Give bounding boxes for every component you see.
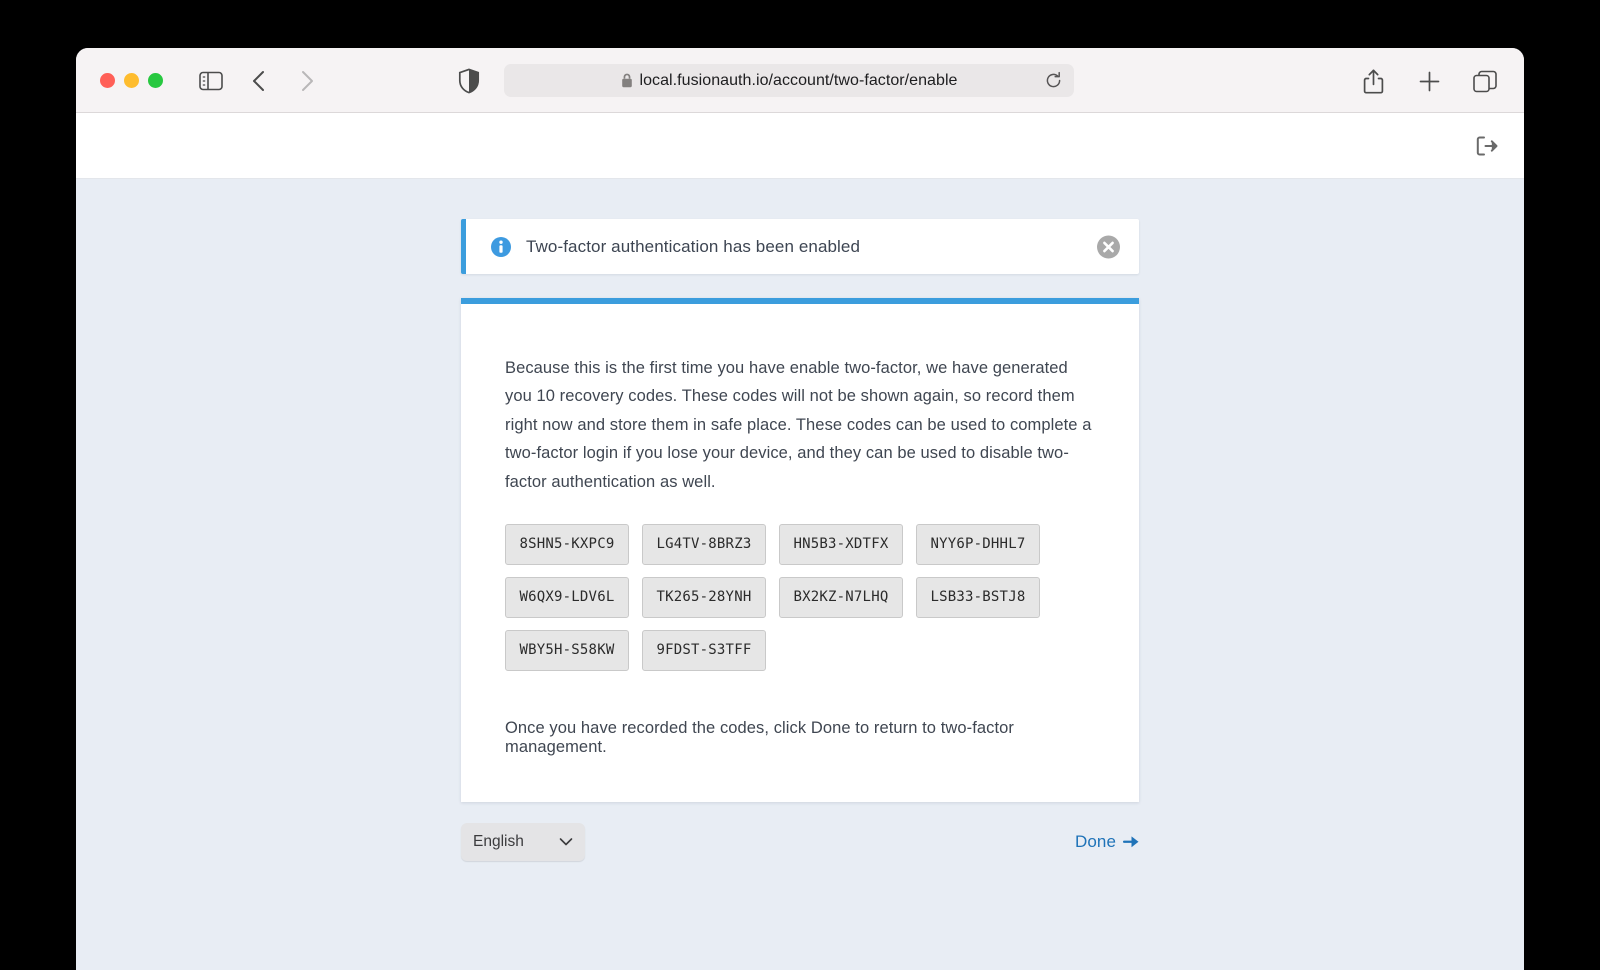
card-footer: English Done — [461, 822, 1139, 862]
minimize-window-button[interactable] — [124, 73, 139, 88]
language-select[interactable]: English — [461, 823, 585, 861]
toolbar-actions — [1358, 66, 1500, 96]
recovery-code-chip[interactable]: 9FDST-S3TFF — [642, 629, 766, 671]
url-text: local.fusionauth.io/account/two-factor/e… — [639, 71, 958, 89]
content-column: Two-factor authentication has been enabl… — [461, 219, 1139, 862]
sidebar-icon[interactable] — [196, 66, 226, 96]
recovery-code-chip[interactable]: BX2KZ-N7LHQ — [779, 576, 903, 618]
done-button[interactable]: Done — [1075, 832, 1139, 852]
recovery-code-chip[interactable]: NYY6P-DHHL7 — [916, 523, 1040, 565]
lock-icon — [621, 73, 633, 88]
recovery-code-chip[interactable]: TK265-28YNH — [642, 576, 766, 618]
status-banner: Two-factor authentication has been enabl… — [461, 219, 1139, 274]
recovery-code-chip[interactable]: HN5B3-XDTFX — [779, 523, 903, 565]
window-controls — [100, 73, 163, 88]
browser-window: local.fusionauth.io/account/two-factor/e… — [76, 48, 1524, 970]
app-header — [76, 113, 1524, 179]
recovery-codes-grid: 8SHN5-KXPC9 LG4TV-8BRZ3 HN5B3-XDTFX NYY6… — [505, 523, 1095, 671]
status-banner-message: Two-factor authentication has been enabl… — [526, 236, 861, 256]
browser-toolbar: local.fusionauth.io/account/two-factor/e… — [76, 48, 1524, 113]
privacy-shield-icon[interactable] — [454, 66, 484, 96]
recovery-codes-card: Because this is the first time you have … — [461, 298, 1139, 802]
chevron-left-icon[interactable] — [244, 66, 274, 96]
maximize-window-button[interactable] — [148, 73, 163, 88]
page-body: Two-factor authentication has been enabl… — [76, 179, 1524, 970]
recovery-code-chip[interactable]: LG4TV-8BRZ3 — [642, 523, 766, 565]
tab-overview-icon[interactable] — [1470, 66, 1500, 96]
recovery-code-chip[interactable]: LSB33-BSTJ8 — [916, 576, 1040, 618]
recovery-code-chip[interactable]: W6QX9-LDV6L — [505, 576, 629, 618]
card-footnote: Once you have recorded the codes, click … — [505, 718, 1014, 756]
address-bar[interactable]: local.fusionauth.io/account/two-factor/e… — [504, 64, 1074, 97]
info-circle-icon — [490, 236, 512, 258]
arrow-right-icon — [1123, 835, 1139, 849]
language-select-value: English — [473, 833, 524, 850]
close-window-button[interactable] — [100, 73, 115, 88]
recovery-code-chip[interactable]: WBY5H-S58KW — [505, 629, 629, 671]
chevron-down-icon — [559, 838, 573, 847]
close-circle-icon[interactable] — [1096, 234, 1121, 259]
chevron-right-icon — [292, 66, 322, 96]
card-description: Because this is the first time you have … — [505, 359, 1092, 491]
reload-icon[interactable] — [1043, 70, 1064, 91]
recovery-code-chip[interactable]: 8SHN5-KXPC9 — [505, 523, 629, 565]
share-icon[interactable] — [1358, 66, 1388, 96]
navigation-controls — [196, 66, 322, 96]
done-button-label: Done — [1074, 832, 1116, 851]
logout-icon[interactable] — [1475, 135, 1498, 157]
plus-icon[interactable] — [1414, 66, 1444, 96]
